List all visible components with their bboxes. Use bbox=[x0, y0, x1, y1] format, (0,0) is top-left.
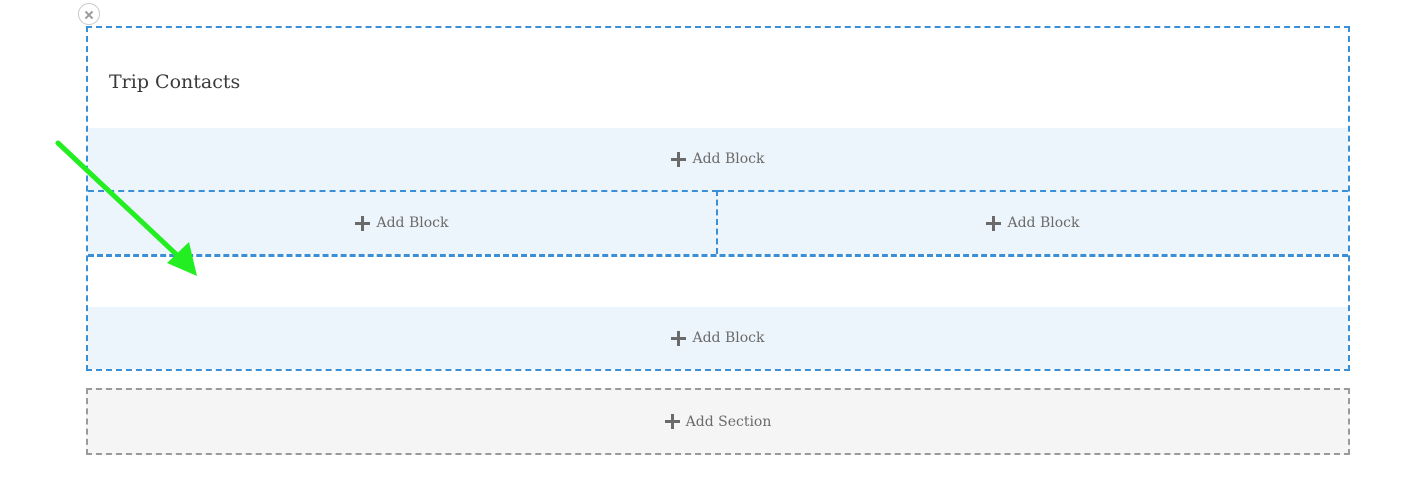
add-block-text: Add Block bbox=[692, 330, 765, 346]
close-icon[interactable] bbox=[78, 3, 100, 25]
add-block-button-row1[interactable]: Add Block bbox=[88, 128, 1348, 190]
add-block-label: Add Block bbox=[355, 215, 449, 231]
add-block-label: Add Block bbox=[671, 330, 765, 346]
row-divider bbox=[88, 254, 1348, 257]
add-block-button-row3[interactable]: Add Block bbox=[88, 307, 1348, 369]
add-section-label: Add Section bbox=[664, 413, 772, 430]
add-section-text: Add Section bbox=[685, 413, 772, 430]
add-block-button-left-column[interactable]: Add Block bbox=[88, 190, 718, 254]
add-block-text: Add Block bbox=[376, 215, 449, 231]
trip-contacts-section: Trip Contacts Add Block Add Block Add Bl… bbox=[86, 26, 1350, 371]
page-builder: Trip Contacts Add Block Add Block Add Bl… bbox=[0, 0, 1420, 488]
plus-icon bbox=[671, 151, 687, 167]
add-block-text: Add Block bbox=[692, 151, 765, 167]
plus-icon bbox=[355, 215, 371, 231]
add-block-text: Add Block bbox=[1007, 215, 1080, 231]
plus-icon bbox=[671, 330, 687, 346]
add-block-label: Add Block bbox=[671, 151, 765, 167]
add-section-button[interactable]: Add Section bbox=[86, 388, 1350, 455]
section-title: Trip Contacts bbox=[109, 71, 241, 93]
add-block-button-right-column[interactable]: Add Block bbox=[718, 190, 1348, 254]
add-block-label: Add Block bbox=[986, 215, 1080, 231]
plus-icon bbox=[664, 414, 680, 429]
plus-icon bbox=[986, 215, 1002, 231]
